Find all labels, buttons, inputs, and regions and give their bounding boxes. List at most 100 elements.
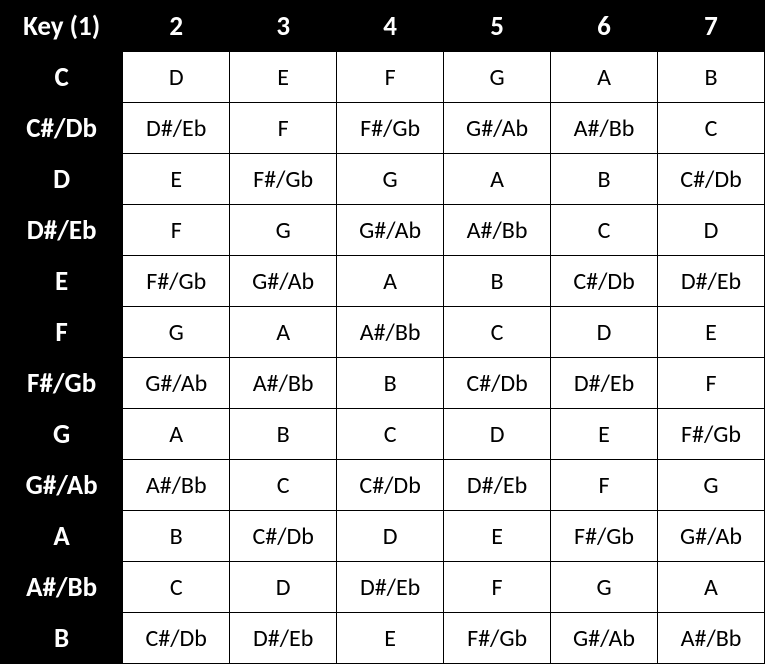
data-cell: A — [551, 52, 658, 103]
table-body: CDEFGABC#/DbD#/EbFF#/GbG#/AbA#/BbCDEF#/G… — [1, 52, 765, 664]
header-6: 6 — [551, 1, 658, 52]
data-cell: C — [551, 205, 658, 256]
data-cell: A#/Bb — [230, 358, 337, 409]
key-cell: E — [1, 256, 123, 307]
header-5: 5 — [444, 1, 551, 52]
data-cell: D — [444, 409, 551, 460]
data-cell: G — [658, 460, 765, 511]
data-cell: D#/Eb — [123, 103, 230, 154]
table-row: ABC#/DbDEF#/GbG#/Ab — [1, 511, 765, 562]
data-cell: D#/Eb — [230, 613, 337, 664]
data-cell: C#/Db — [230, 511, 337, 562]
data-cell: G#/Ab — [123, 358, 230, 409]
data-cell: F — [337, 52, 444, 103]
data-cell: D — [337, 511, 444, 562]
data-cell: B — [230, 409, 337, 460]
data-cell: F#/Gb — [551, 511, 658, 562]
header-3: 3 — [230, 1, 337, 52]
data-cell: F — [551, 460, 658, 511]
data-cell: G#/Ab — [551, 613, 658, 664]
data-cell: C#/Db — [123, 613, 230, 664]
table-row: EF#/GbG#/AbABC#/DbD#/Eb — [1, 256, 765, 307]
data-cell: D#/Eb — [658, 256, 765, 307]
data-cell: G — [444, 52, 551, 103]
table-row: A#/BbCDD#/EbFGA — [1, 562, 765, 613]
data-cell: F#/Gb — [337, 103, 444, 154]
table-row: C#/DbD#/EbFF#/GbG#/AbA#/BbC — [1, 103, 765, 154]
header-2: 2 — [123, 1, 230, 52]
key-cell: C#/Db — [1, 103, 123, 154]
key-cell: B — [1, 613, 123, 664]
key-cell: F — [1, 307, 123, 358]
data-cell: A#/Bb — [551, 103, 658, 154]
data-cell: F — [230, 103, 337, 154]
data-cell: D — [123, 52, 230, 103]
data-cell: G#/Ab — [444, 103, 551, 154]
data-cell: E — [658, 307, 765, 358]
data-cell: C — [230, 460, 337, 511]
data-cell: E — [337, 613, 444, 664]
data-cell: A — [658, 562, 765, 613]
data-cell: A — [123, 409, 230, 460]
table-row: BC#/DbD#/EbEF#/GbG#/AbA#/Bb — [1, 613, 765, 664]
data-cell: E — [230, 52, 337, 103]
data-cell: F — [658, 358, 765, 409]
data-cell: C#/Db — [551, 256, 658, 307]
key-cell: C — [1, 52, 123, 103]
data-cell: B — [337, 358, 444, 409]
data-cell: C#/Db — [658, 154, 765, 205]
table-row: F#/GbG#/AbA#/BbBC#/DbD#/EbF — [1, 358, 765, 409]
key-cell: D#/Eb — [1, 205, 123, 256]
data-cell: B — [658, 52, 765, 103]
data-cell: B — [551, 154, 658, 205]
table-head: Key (1) 2 3 4 5 6 7 — [1, 1, 765, 52]
header-4: 4 — [337, 1, 444, 52]
table-row: GABCDEF#/Gb — [1, 409, 765, 460]
header-7: 7 — [658, 1, 765, 52]
key-cell: A#/Bb — [1, 562, 123, 613]
data-cell: G — [337, 154, 444, 205]
table-row: DEF#/GbGABC#/Db — [1, 154, 765, 205]
data-cell: G — [230, 205, 337, 256]
table-row: FGAA#/BbCDE — [1, 307, 765, 358]
data-cell: C — [658, 103, 765, 154]
data-cell: G — [123, 307, 230, 358]
key-cell: G#/Ab — [1, 460, 123, 511]
data-cell: B — [123, 511, 230, 562]
data-cell: D — [658, 205, 765, 256]
data-cell: A#/Bb — [444, 205, 551, 256]
data-cell: F#/Gb — [123, 256, 230, 307]
table-row: G#/AbA#/BbCC#/DbD#/EbFG — [1, 460, 765, 511]
data-cell: E — [123, 154, 230, 205]
data-cell: F — [444, 562, 551, 613]
data-cell: A — [444, 154, 551, 205]
key-cell: A — [1, 511, 123, 562]
data-cell: D — [230, 562, 337, 613]
data-cell: F#/Gb — [658, 409, 765, 460]
data-cell: G#/Ab — [230, 256, 337, 307]
data-cell: D#/Eb — [551, 358, 658, 409]
table-row: CDEFGAB — [1, 52, 765, 103]
data-cell: C#/Db — [444, 358, 551, 409]
key-cell: D — [1, 154, 123, 205]
data-cell: D#/Eb — [337, 562, 444, 613]
data-cell: C#/Db — [337, 460, 444, 511]
scale-table: Key (1) 2 3 4 5 6 7 CDEFGABC#/DbD#/EbFF#… — [0, 0, 765, 664]
data-cell: A — [230, 307, 337, 358]
header-row: Key (1) 2 3 4 5 6 7 — [1, 1, 765, 52]
data-cell: B — [444, 256, 551, 307]
data-cell: C — [123, 562, 230, 613]
data-cell: G#/Ab — [658, 511, 765, 562]
data-cell: G — [551, 562, 658, 613]
key-cell: G — [1, 409, 123, 460]
data-cell: D#/Eb — [444, 460, 551, 511]
data-cell: F — [123, 205, 230, 256]
data-cell: D — [551, 307, 658, 358]
data-cell: C — [337, 409, 444, 460]
data-cell: G#/Ab — [337, 205, 444, 256]
data-cell: E — [444, 511, 551, 562]
scale-table-wrapper: Key (1) 2 3 4 5 6 7 CDEFGABC#/DbD#/EbFF#… — [0, 0, 765, 651]
data-cell: C — [444, 307, 551, 358]
data-cell: F#/Gb — [444, 613, 551, 664]
data-cell: E — [551, 409, 658, 460]
